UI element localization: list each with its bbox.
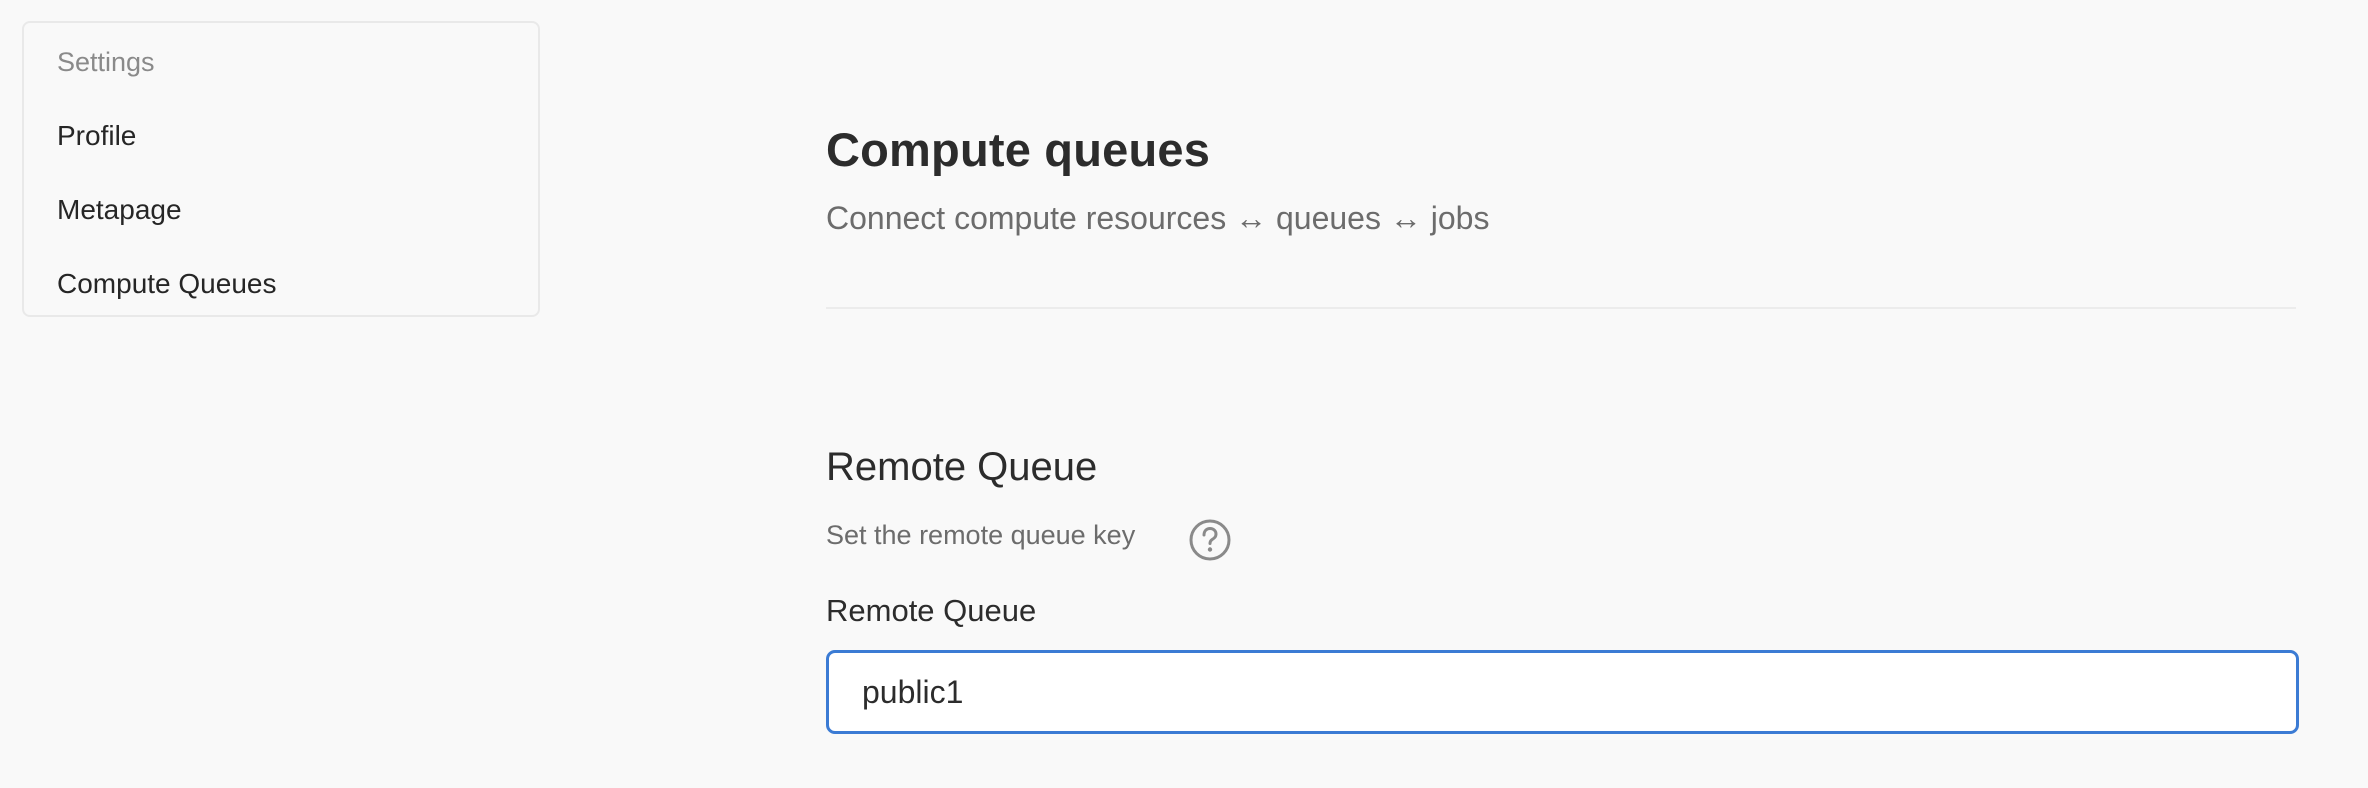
sidebar-item-compute-queues[interactable]: Compute Queues <box>57 266 276 302</box>
page-title: Compute queues <box>826 123 1211 176</box>
page-subtitle: Connect compute resources ↔ queues ↔ job… <box>826 200 1490 236</box>
main-content: Compute queues Connect compute resources… <box>826 0 2299 788</box>
sidebar-header: Settings <box>57 47 155 77</box>
section-description: Set the remote queue key <box>826 520 1136 550</box>
sidebar-item-metapage[interactable]: Metapage <box>57 192 182 228</box>
question-circle-icon[interactable] <box>1188 518 1232 562</box>
divider <box>826 307 2296 309</box>
remote-queue-input[interactable] <box>826 650 2299 734</box>
sidebar-item-profile[interactable]: Profile <box>57 118 136 154</box>
section-title: Remote Queue <box>826 445 1098 489</box>
remote-queue-label: Remote Queue <box>826 593 1037 628</box>
settings-sidebar: Settings Profile Metapage Compute Queues <box>22 21 540 317</box>
settings-page: Settings Profile Metapage Compute Queues… <box>0 0 2368 788</box>
